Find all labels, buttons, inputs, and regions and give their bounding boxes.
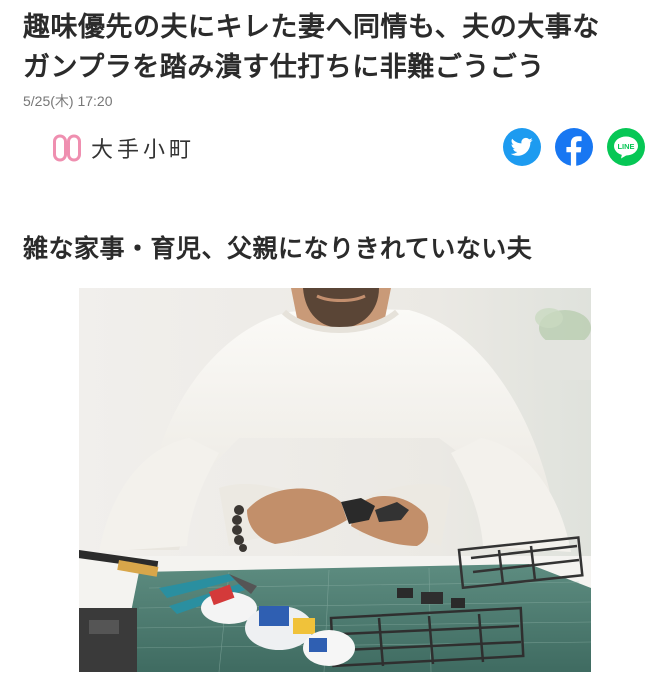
line-icon-label: LINE: [617, 142, 634, 151]
line-icon: LINE: [614, 136, 638, 159]
publish-date: 5/25(木) 17:20: [23, 93, 113, 109]
twitter-icon: [511, 137, 533, 156]
share-twitter-button[interactable]: [503, 128, 541, 166]
facebook-icon: [566, 136, 582, 166]
komachi-logo-icon: [53, 134, 81, 162]
source-name: 大手小町: [91, 138, 196, 163]
share-facebook-button[interactable]: [555, 128, 593, 166]
share-bar: LINE: [503, 128, 645, 166]
man-assembling-model-kit-image: [79, 288, 591, 672]
headline-line-1: 趣味優先の夫にキレた妻へ同情も、夫の大事な: [23, 12, 600, 43]
article-headline: 趣味優先の夫にキレた妻へ同情も、夫の大事な ガンプラを踏み潰す仕打ちに非難ごうご…: [23, 8, 648, 88]
article-photo: [79, 288, 591, 672]
section-heading: 雑な家事・育児、父親になりきれていない夫: [23, 234, 533, 263]
source-logo[interactable]: 大手小町: [53, 132, 195, 164]
headline-line-2: ガンプラを踏み潰す仕打ちに非難ごうごう: [23, 52, 545, 83]
share-line-button[interactable]: LINE: [607, 128, 645, 166]
